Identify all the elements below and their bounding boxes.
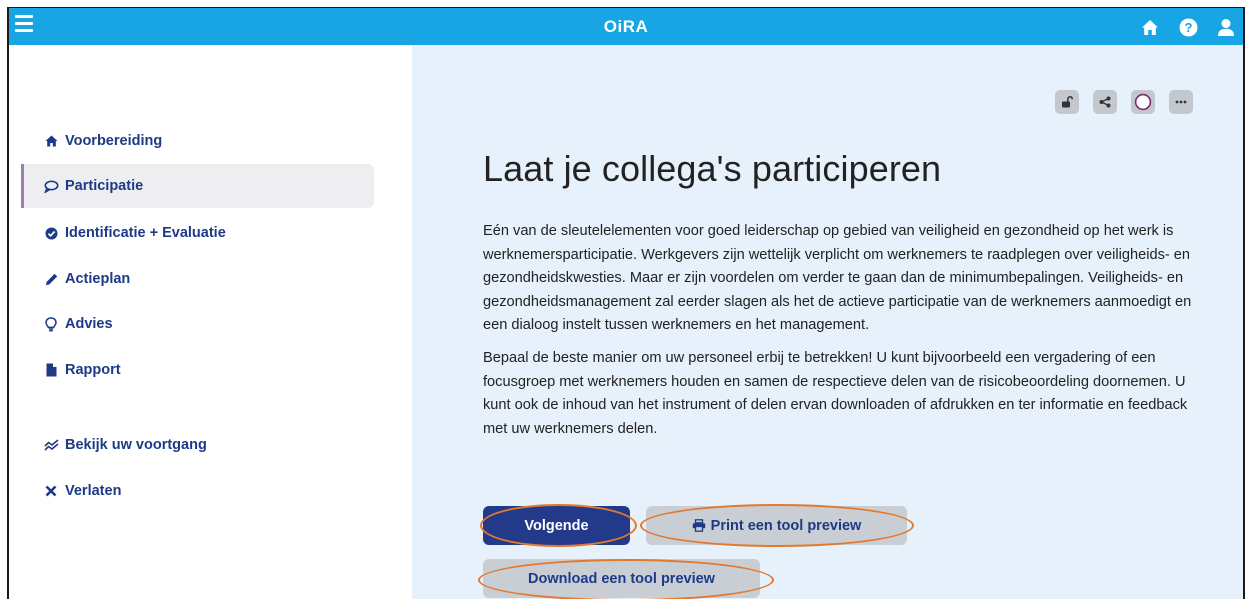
app-frame: OiRA ? Voorbereiding Participatie Identi… bbox=[7, 7, 1245, 599]
pencil-icon bbox=[43, 271, 59, 287]
sidebar-item-label: Bekijk uw voortgang bbox=[65, 437, 207, 453]
top-bar: OiRA ? bbox=[9, 8, 1243, 45]
sidebar-item-label: Verlaten bbox=[65, 483, 122, 499]
help-icon[interactable]: ? bbox=[1177, 16, 1199, 38]
unlock-icon[interactable] bbox=[1055, 90, 1079, 114]
check-circle-icon bbox=[43, 225, 59, 241]
sidebar-item-rapport[interactable]: Rapport bbox=[21, 348, 374, 392]
sidebar-item-voorbereiding[interactable]: Voorbereiding bbox=[21, 119, 374, 163]
sidebar-item-participatie[interactable]: Participatie bbox=[21, 164, 374, 208]
lightbulb-icon bbox=[43, 316, 59, 332]
sidebar-item-identificatie[interactable]: Identificatie + Evaluatie bbox=[21, 211, 374, 255]
next-button[interactable]: Volgende bbox=[483, 506, 630, 545]
svg-text:?: ? bbox=[1184, 20, 1192, 35]
tool-actions bbox=[1055, 90, 1193, 114]
sidebar-item-actieplan[interactable]: Actieplan bbox=[21, 257, 374, 301]
intro-paragraph: Eén van de sleutelelementen voor goed le… bbox=[483, 223, 1192, 334]
sidebar-item-label: Rapport bbox=[65, 362, 121, 378]
top-bar-actions: ? bbox=[1139, 16, 1237, 38]
sidebar-item-label: Actieplan bbox=[65, 271, 131, 287]
document-icon bbox=[43, 362, 59, 378]
sidebar-item-voortgang[interactable]: Bekijk uw voortgang bbox=[21, 423, 374, 467]
download-preview-label: Download een tool preview bbox=[528, 570, 715, 587]
print-preview-button[interactable]: Print een tool preview bbox=[646, 506, 907, 545]
app-logo[interactable]: OiRA bbox=[9, 17, 1243, 37]
user-icon[interactable] bbox=[1215, 16, 1237, 38]
sidebar-nav: Voorbereiding Participatie Identificatie… bbox=[9, 45, 412, 599]
status-circle-icon[interactable] bbox=[1131, 90, 1155, 114]
next-button-label: Volgende bbox=[524, 517, 589, 534]
home-icon bbox=[43, 133, 59, 149]
print-icon bbox=[692, 519, 706, 532]
trend-icon bbox=[43, 437, 59, 453]
close-icon bbox=[43, 483, 59, 499]
share-icon[interactable] bbox=[1093, 90, 1117, 114]
main-content: Laat je collega's participeren Eén van d… bbox=[412, 45, 1243, 599]
download-preview-button[interactable]: Download een tool preview bbox=[483, 559, 760, 598]
more-icon[interactable] bbox=[1169, 90, 1193, 114]
sidebar-item-label: Participatie bbox=[65, 178, 144, 194]
sidebar-item-label: Identificatie + Evaluatie bbox=[65, 225, 226, 241]
instruction-paragraph: Bepaal de beste manier om uw personeel e… bbox=[483, 350, 1188, 437]
print-preview-label: Print een tool preview bbox=[710, 517, 862, 534]
sidebar-item-verlaten[interactable]: Verlaten bbox=[21, 469, 374, 513]
sidebar-item-label: Voorbereiding bbox=[65, 133, 163, 149]
page-title: Laat je collega's participeren bbox=[483, 148, 942, 189]
sidebar-item-advies[interactable]: Advies bbox=[21, 302, 374, 346]
sidebar-item-label: Advies bbox=[65, 316, 113, 332]
chat-icon bbox=[43, 178, 59, 194]
home-icon[interactable] bbox=[1139, 16, 1161, 38]
